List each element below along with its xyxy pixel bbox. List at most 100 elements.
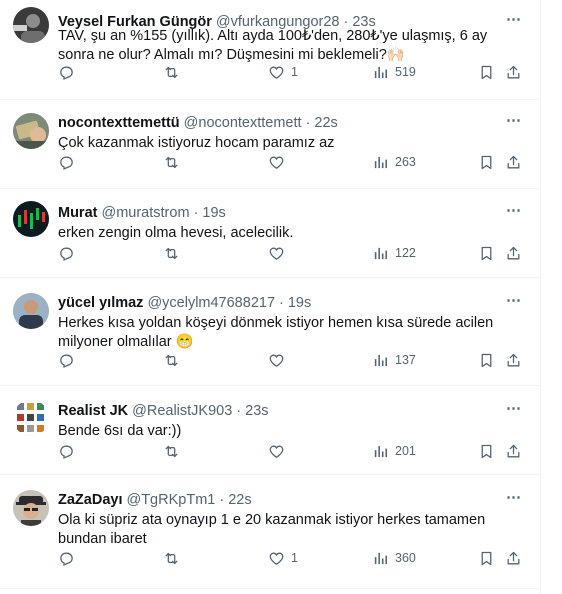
- like-button[interactable]: [268, 245, 291, 262]
- tweet[interactable]: Realist JK @RealistJK903 · 23s ⋯ Bende 6sı da…: [0, 386, 540, 475]
- share-button[interactable]: [505, 550, 522, 567]
- avatar[interactable]: [13, 293, 49, 329]
- bookmark-icon: [478, 443, 495, 460]
- share-button[interactable]: [505, 352, 522, 369]
- bookmark-button[interactable]: [478, 352, 495, 369]
- like-count: 1: [291, 65, 298, 79]
- reply-button[interactable]: [58, 154, 75, 171]
- like-icon: [268, 550, 285, 567]
- display-name[interactable]: nocontexttemettü: [58, 114, 180, 132]
- timestamp[interactable]: 19s: [202, 204, 225, 222]
- views-button[interactable]: 137: [372, 352, 416, 369]
- avatar[interactable]: [13, 7, 49, 43]
- share-button[interactable]: [505, 245, 522, 262]
- views-icon: [372, 352, 389, 369]
- user-handle[interactable]: @TgRKpTm1: [126, 491, 215, 509]
- bookmark-icon: [478, 245, 495, 262]
- reply-icon: [58, 64, 75, 81]
- bookmark-button[interactable]: [478, 245, 495, 262]
- tweet[interactable]: Veysel Furkan Güngör @vfurkangungor28 · 23s…: [0, 0, 540, 100]
- separator-dot: ·: [193, 205, 199, 221]
- reply-button[interactable]: [58, 443, 75, 460]
- avatar[interactable]: [13, 113, 49, 149]
- display-name[interactable]: yücel yılmaz: [58, 294, 143, 312]
- more-options-icon[interactable]: ⋯: [506, 201, 522, 219]
- retweet-icon: [162, 64, 181, 81]
- retweet-button[interactable]: [162, 550, 181, 567]
- like-button[interactable]: [268, 352, 291, 369]
- avatar[interactable]: [13, 201, 49, 237]
- bookmark-icon: [478, 154, 495, 171]
- views-button[interactable]: 519: [372, 64, 416, 81]
- display-name[interactable]: Murat: [58, 204, 97, 222]
- user-handle[interactable]: @muratstrom: [101, 204, 189, 222]
- share-button[interactable]: [505, 443, 522, 460]
- separator-dot: ·: [305, 115, 311, 131]
- view-count: 360: [395, 551, 416, 565]
- views-icon: [372, 443, 389, 460]
- share-button[interactable]: [505, 64, 522, 81]
- tweet[interactable]: yücel yılmaz @ycelylm47688217 · 19s ⋯ Herkes …: [0, 278, 540, 386]
- bookmark-button[interactable]: [478, 550, 495, 567]
- bookmark-button[interactable]: [478, 443, 495, 460]
- retweet-button[interactable]: [162, 352, 181, 369]
- views-icon: [372, 64, 389, 81]
- share-icon: [505, 245, 522, 262]
- timestamp[interactable]: 19s: [288, 294, 311, 312]
- retweet-button[interactable]: [162, 154, 181, 171]
- reply-icon: [58, 550, 75, 567]
- timestamp[interactable]: 22s: [314, 114, 337, 132]
- more-options-icon[interactable]: ⋯: [506, 10, 522, 28]
- bookmark-button[interactable]: [478, 154, 495, 171]
- more-options-icon[interactable]: ⋯: [506, 111, 522, 129]
- view-count: 122: [395, 246, 416, 260]
- retweet-button[interactable]: [162, 64, 181, 81]
- views-button[interactable]: 201: [372, 443, 416, 460]
- user-handle[interactable]: @ycelylm47688217: [147, 294, 275, 312]
- separator-dot: ·: [219, 492, 225, 508]
- user-handle[interactable]: @RealistJK903: [132, 402, 232, 420]
- reply-button[interactable]: [58, 64, 75, 81]
- display-name[interactable]: ZaZaDayı: [58, 491, 122, 509]
- separator-dot: ·: [279, 295, 284, 311]
- views-button[interactable]: 122: [372, 245, 416, 262]
- reply-button[interactable]: [58, 550, 75, 567]
- retweet-button[interactable]: [162, 443, 181, 460]
- bookmark-icon: [478, 550, 495, 567]
- tweet[interactable]: nocontexttemettü @nocontexttemett · 22s ⋯ Çok…: [0, 100, 540, 189]
- user-handle[interactable]: @nocontexttemett: [184, 114, 302, 132]
- views-button[interactable]: 360: [372, 550, 416, 567]
- reply-button[interactable]: [58, 352, 75, 369]
- separator-dot: ·: [236, 403, 242, 419]
- more-options-icon[interactable]: ⋯: [506, 399, 522, 417]
- timestamp[interactable]: 22s: [228, 491, 251, 509]
- more-options-icon[interactable]: ⋯: [506, 488, 522, 506]
- like-button[interactable]: 1: [268, 64, 298, 81]
- share-icon: [505, 443, 522, 460]
- more-options-icon[interactable]: ⋯: [506, 291, 522, 309]
- views-button[interactable]: 263: [372, 154, 416, 171]
- display-name[interactable]: Realist JK: [58, 402, 128, 420]
- reply-icon: [58, 443, 75, 460]
- share-button[interactable]: [505, 154, 522, 171]
- retweet-icon: [162, 550, 181, 567]
- like-button[interactable]: [268, 443, 291, 460]
- like-button[interactable]: [268, 154, 291, 171]
- view-count: 201: [395, 444, 416, 458]
- share-icon: [505, 154, 522, 171]
- timestamp[interactable]: 23s: [245, 402, 268, 420]
- reply-button[interactable]: [58, 245, 75, 262]
- bookmark-button[interactable]: [478, 64, 495, 81]
- reply-icon: [58, 352, 75, 369]
- share-icon: [505, 64, 522, 81]
- tweet[interactable]: ZaZaDayı @TgRKpTm1 · 22s ⋯ Ola ki süpriz ata …: [0, 475, 540, 589]
- avatar[interactable]: [13, 400, 49, 436]
- retweet-button[interactable]: [162, 245, 181, 262]
- view-count: 519: [395, 65, 416, 79]
- like-button[interactable]: 1: [268, 550, 298, 567]
- tweet-text: erken zengin olma hevesi, acelecilik.: [58, 225, 294, 241]
- avatar[interactable]: [13, 490, 49, 526]
- reply-feed: Veysel Furkan Güngör @vfurkangungor28 · 23s…: [0, 0, 541, 594]
- bookmark-icon: [478, 352, 495, 369]
- tweet[interactable]: Murat @muratstrom · 19s ⋯ erken zengin olma h…: [0, 189, 540, 278]
